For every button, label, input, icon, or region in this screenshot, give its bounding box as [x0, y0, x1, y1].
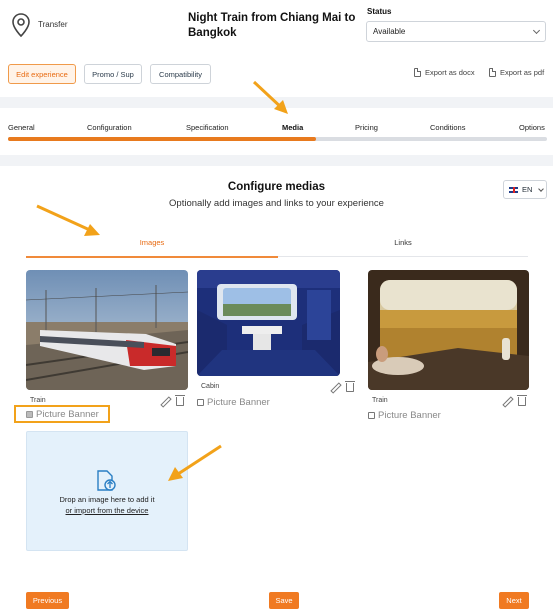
- section-divider: [0, 155, 553, 166]
- edit-pencil-icon[interactable]: [160, 396, 170, 406]
- language-value: EN: [522, 185, 533, 194]
- page-title: Night Train from Chiang Mai to Bangkok: [188, 12, 356, 39]
- tab-links[interactable]: Links: [278, 238, 528, 247]
- next-button[interactable]: Next: [499, 592, 529, 609]
- image-thumbnail-train[interactable]: [26, 270, 188, 390]
- tab-images[interactable]: Images: [26, 238, 278, 247]
- section-subtitle: Optionally add images and links to your …: [169, 198, 384, 209]
- import-from-device-link[interactable]: or import from the device: [26, 506, 188, 515]
- export-pdf-button[interactable]: Export as pdf: [489, 68, 544, 77]
- location-pin-icon: [12, 13, 30, 38]
- step-pricing[interactable]: Pricing: [355, 123, 378, 132]
- previous-button[interactable]: Previous: [26, 592, 69, 609]
- step-specification[interactable]: Specification: [186, 123, 229, 132]
- picture-banner-label: Picture Banner: [207, 397, 270, 408]
- language-select[interactable]: EN: [503, 180, 547, 199]
- save-button[interactable]: Save: [269, 592, 299, 609]
- edit-pencil-icon[interactable]: [502, 396, 512, 406]
- document-icon: [414, 68, 421, 77]
- step-media[interactable]: Media: [282, 123, 303, 132]
- picture-banner-checkbox[interactable]: Picture Banner: [368, 410, 441, 421]
- chevron-down-icon: [538, 185, 545, 192]
- status-value: Available: [373, 27, 406, 36]
- image-caption: Cabin: [201, 383, 220, 390]
- checkbox-unchecked: [368, 412, 375, 419]
- delete-trash-icon[interactable]: [175, 395, 185, 406]
- image-caption: Train: [30, 397, 46, 404]
- checkbox-unchecked: [197, 399, 204, 406]
- edit-experience-button[interactable]: Edit experience: [8, 64, 76, 84]
- upload-file-icon: [97, 470, 116, 491]
- promo-sup-button[interactable]: Promo / Sup: [84, 64, 142, 84]
- experience-category: Transfer: [38, 20, 68, 29]
- dropzone-text: Drop an image here to add it: [59, 495, 155, 504]
- step-configuration[interactable]: Configuration: [87, 123, 132, 132]
- edit-pencil-icon[interactable]: [330, 382, 340, 392]
- export-docx-button[interactable]: Export as docx: [414, 68, 475, 77]
- compatibility-button[interactable]: Compatibility: [150, 64, 211, 84]
- step-options[interactable]: Options: [519, 123, 545, 132]
- image-caption: Train: [372, 397, 388, 404]
- export-docx-label: Export as docx: [425, 68, 475, 77]
- status-select[interactable]: Available: [366, 21, 546, 42]
- uk-flag-icon: [509, 186, 518, 193]
- section-title: Configure medias: [227, 181, 326, 193]
- image-thumbnail-train-window[interactable]: [368, 270, 529, 390]
- image-thumbnail-cabin[interactable]: [197, 270, 340, 376]
- progress-fill: [8, 137, 316, 141]
- highlight-box: [14, 405, 110, 423]
- chevron-down-icon: [532, 26, 541, 34]
- picture-banner-label: Picture Banner: [378, 410, 441, 421]
- delete-trash-icon[interactable]: [517, 395, 527, 406]
- export-pdf-label: Export as pdf: [500, 68, 545, 77]
- status-label: Status: [367, 7, 392, 16]
- picture-banner-checkbox[interactable]: Picture Banner: [197, 397, 270, 408]
- step-conditions[interactable]: Conditions: [430, 123, 465, 132]
- delete-trash-icon[interactable]: [345, 381, 355, 392]
- document-icon: [489, 68, 496, 77]
- tab-active-indicator: [26, 256, 278, 258]
- section-divider: [0, 97, 553, 108]
- step-general[interactable]: General: [8, 123, 35, 132]
